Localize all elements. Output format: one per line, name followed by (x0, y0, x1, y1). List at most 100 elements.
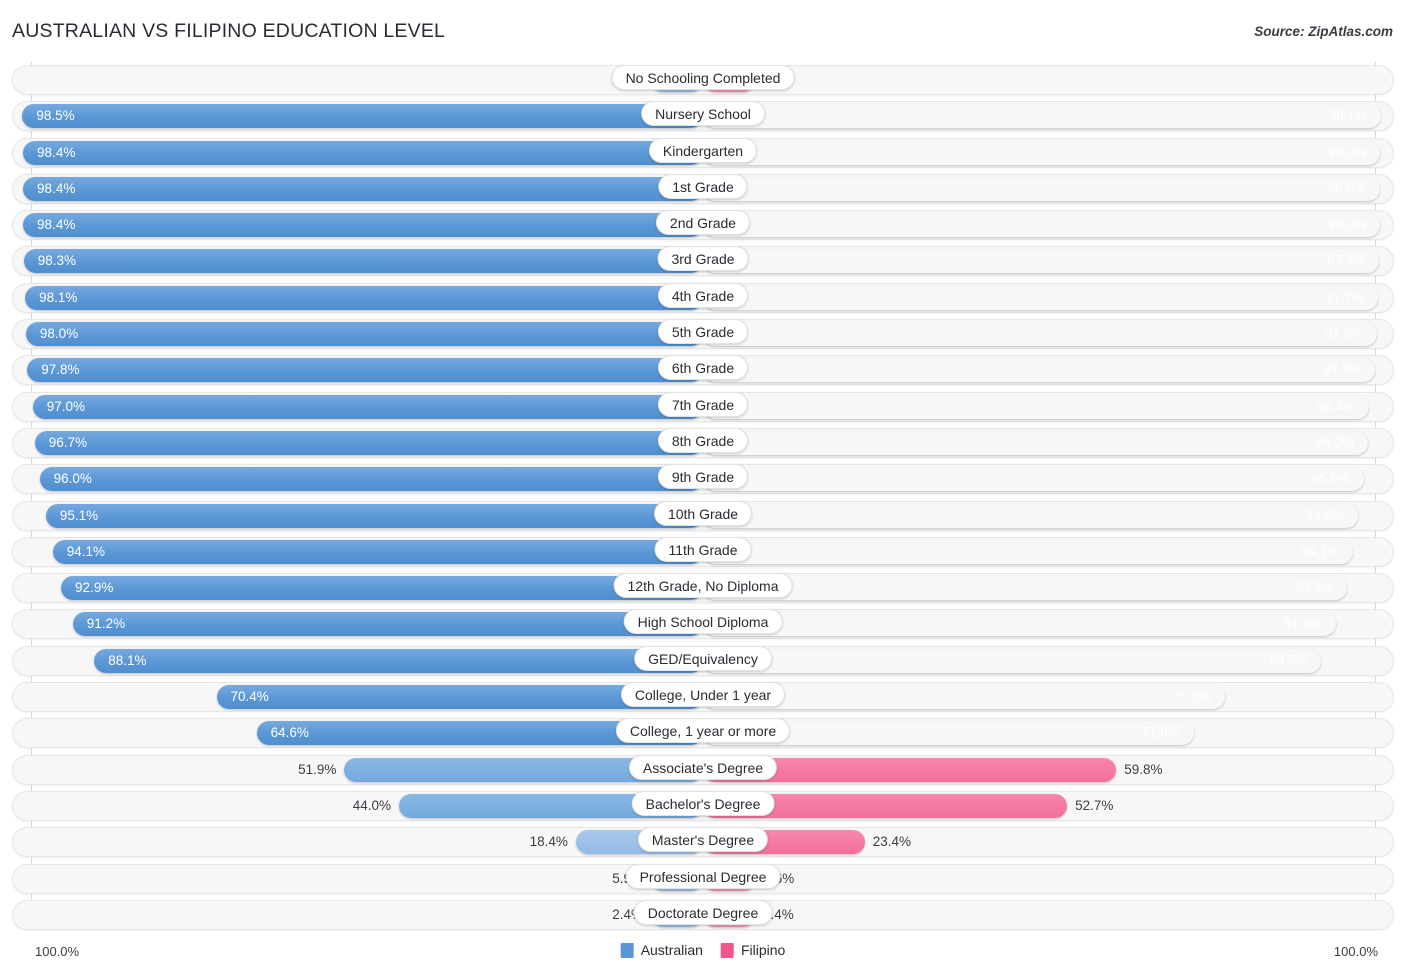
category-pill[interactable]: 8th Grade (657, 427, 749, 453)
category-pill[interactable]: Associate's Degree (628, 754, 778, 780)
bar-filipino[interactable] (703, 612, 1336, 636)
chart-row: 18.4% 23.4% Master's Degree (0, 824, 1406, 860)
value-label-australian: 44.0% (352, 797, 391, 813)
bar-australian[interactable] (61, 576, 703, 601)
chart-row: 1.6%2.0%No Schooling Completed (0, 62, 1406, 98)
bar-filipino[interactable] (703, 322, 1377, 346)
chart-footer: 100.0% Australian Filipino 100.0% (0, 933, 1406, 975)
category-pill[interactable]: Kindergarten (648, 137, 758, 163)
category-pill[interactable]: GED/Equivalency (634, 645, 772, 671)
bar-filipino[interactable] (703, 395, 1369, 419)
category-pill[interactable]: 11th Grade (654, 536, 752, 562)
category-pill[interactable]: 9th Grade (657, 464, 749, 490)
bar-filipino[interactable] (703, 286, 1378, 310)
bar-filipino[interactable] (703, 358, 1375, 382)
category-pill[interactable]: 5th Grade (657, 319, 749, 345)
bar-australian[interactable] (34, 430, 703, 455)
bar-filipino[interactable] (703, 649, 1321, 673)
value-label-australian: 92.9% (75, 580, 114, 596)
value-label-australian: 96.7% (48, 434, 88, 450)
chart-row: 94.1% 94.1% 11th Grade (0, 534, 1406, 570)
bar-filipino[interactable] (703, 431, 1368, 455)
category-pill[interactable]: 2nd Grade (655, 210, 751, 236)
chart-row: 96.0% 95.6% 9th Grade (0, 461, 1406, 497)
value-label-filipino: 97.9% (1327, 253, 1366, 269)
category-pill[interactable]: Professional Degree (625, 863, 781, 889)
bar-australian[interactable] (45, 503, 703, 528)
legend-item-filipino[interactable]: Filipino (720, 942, 786, 958)
bar-filipino[interactable] (703, 177, 1380, 201)
chart-row: 2.4% 3.4% Doctorate Degree (0, 897, 1406, 933)
value-label-australian: 70.4% (230, 689, 269, 705)
value-label-australian: 98.4% (37, 180, 76, 196)
value-label-australian: 96.0% (53, 471, 92, 487)
bar-australian[interactable] (25, 322, 703, 347)
bar-filipino[interactable] (703, 540, 1353, 564)
chart-row: 5.9%7.6%Professional Degree (0, 861, 1406, 897)
category-pill[interactable]: Master's Degree (637, 827, 769, 853)
value-label-filipino: 96.4% (1316, 398, 1356, 414)
category-pill[interactable]: Nursery School (641, 101, 765, 127)
bar-australian[interactable] (94, 648, 703, 673)
value-label-australian: 64.6% (270, 725, 309, 741)
bar-australian[interactable] (39, 467, 703, 492)
category-pill[interactable]: 1st Grade (658, 173, 748, 199)
bar-australian[interactable] (25, 285, 703, 310)
value-label-filipino: 94.8% (1305, 507, 1345, 523)
legend-item-australian[interactable]: Australian (620, 942, 703, 958)
category-pill[interactable]: 7th Grade (657, 391, 749, 417)
chart-row: 98.1% 97.7% 4th Grade (0, 280, 1406, 316)
bar-australian[interactable] (23, 176, 703, 201)
bar-australian[interactable] (23, 140, 703, 165)
bar-australian[interactable] (27, 358, 703, 383)
category-pill[interactable]: Doctorate Degree (633, 899, 773, 925)
legend-label-filipino: Filipino (740, 942, 786, 958)
bar-australian[interactable] (52, 539, 703, 564)
page-title: AUSTRALIAN VS FILIPINO EDUCATION LEVEL (12, 20, 446, 42)
category-pill[interactable]: 6th Grade (657, 355, 749, 381)
value-label-filipino: 97.7% (1325, 289, 1365, 305)
value-label-filipino: 71.0% (1141, 725, 1180, 741)
value-label-filipino: 91.6% (1283, 616, 1322, 632)
bar-filipino[interactable] (703, 504, 1358, 528)
bar-australian[interactable] (23, 249, 703, 274)
bar-filipino[interactable] (703, 141, 1380, 165)
value-label-filipino: 75.5% (1172, 689, 1211, 705)
bar-filipino[interactable] (703, 249, 1379, 273)
category-pill[interactable]: 3rd Grade (657, 246, 749, 272)
category-pill[interactable]: 10th Grade (653, 500, 753, 526)
category-pill[interactable]: No Schooling Completed (611, 65, 795, 90)
bar-australian[interactable] (32, 394, 703, 419)
value-label-australian: 98.4% (37, 144, 76, 160)
value-label-filipino: 89.5% (1269, 652, 1308, 668)
bar-australian[interactable] (22, 104, 703, 129)
chart-row: 88.1% 89.5% GED/Equivalency (0, 643, 1406, 679)
bar-filipino[interactable] (703, 213, 1380, 237)
value-label-filipino: 52.7% (1075, 797, 1114, 813)
value-label-filipino: 59.8% (1124, 761, 1163, 777)
bar-filipino[interactable] (703, 576, 1347, 600)
chart-row: 98.3% 97.9% 3rd Grade (0, 243, 1406, 279)
category-pill[interactable]: College, 1 year or more (615, 718, 791, 744)
category-pill[interactable]: College, Under 1 year (620, 682, 786, 708)
bar-australian[interactable] (72, 612, 703, 637)
value-label-australian: 95.1% (59, 507, 99, 523)
value-label-australian: 97.8% (41, 362, 80, 378)
value-label-filipino: 97.5% (1324, 326, 1363, 342)
category-pill[interactable]: 12th Grade, No Diploma (613, 573, 793, 599)
category-pill[interactable]: 4th Grade (657, 282, 749, 308)
value-label-australian: 98.0% (39, 326, 79, 342)
chart-row: 92.9% 93.2% 12th Grade, No Diploma (0, 570, 1406, 606)
category-pill[interactable]: High School Diploma (623, 609, 783, 635)
chart-row: 98.4% 98.0% Kindergarten (0, 135, 1406, 171)
bar-filipino[interactable] (703, 104, 1381, 128)
chart-legend: Australian Filipino (620, 942, 786, 958)
category-pill[interactable]: Bachelor's Degree (631, 790, 775, 816)
axis-max-right: 100.0% (1333, 944, 1378, 959)
bar-filipino[interactable] (703, 467, 1364, 491)
value-label-filipino: 97.3% (1323, 362, 1362, 378)
bar-australian[interactable] (23, 213, 703, 238)
value-label-australian: 97.0% (46, 398, 85, 414)
chart-header: AUSTRALIAN VS FILIPINO EDUCATION LEVEL S… (0, 0, 1406, 60)
value-label-filipino: 93.2% (1294, 580, 1334, 596)
